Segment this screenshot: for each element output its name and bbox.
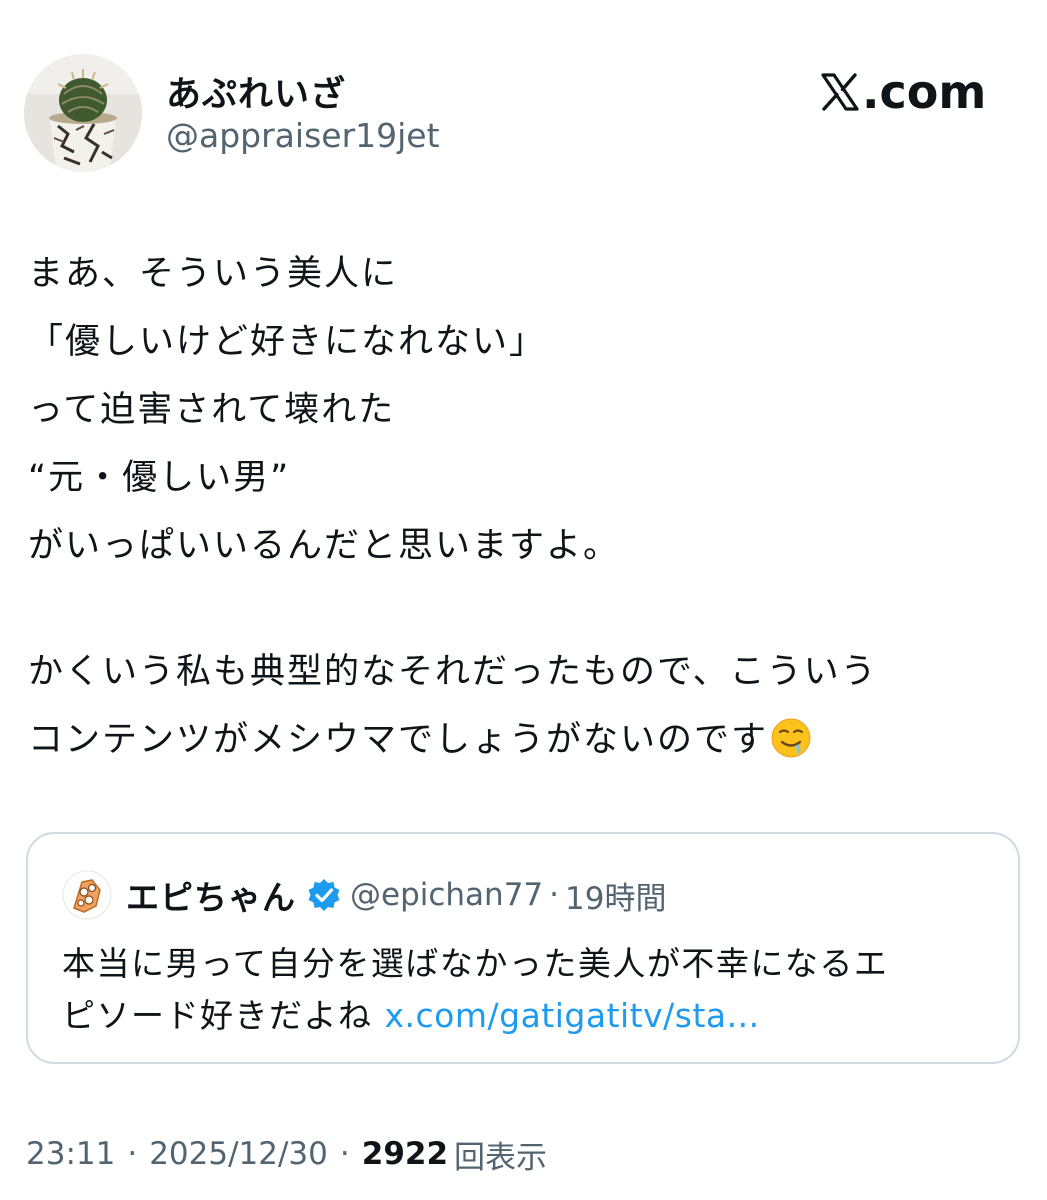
quoted-header-separator: · <box>549 877 560 913</box>
post-body: まあ、そういう美人に 「優しいけど好きになれない」 って迫害されて壊れた “元・… <box>28 240 1018 774</box>
x-logo-text: .com <box>862 65 987 119</box>
quoted-post-card[interactable]: エピちゃん @epichan77 · 19時間 本当に男って自分を選ばなかった美… <box>26 832 1020 1064</box>
meta-separator: · <box>339 1136 350 1172</box>
x-logo: .com <box>820 64 986 120</box>
post-date[interactable]: 2025/12/30 <box>149 1136 328 1172</box>
quoted-author-avatar[interactable] <box>62 870 112 920</box>
quoted-post-body: 本当に男って自分を選ばなかった美人が不幸になるエ ピソード好きだよね x.com… <box>62 938 992 1042</box>
post-body-line: って迫害されて壊れた <box>28 390 396 430</box>
post-meta: 23:11 · 2025/12/30 · 2922 回表示 <box>26 1130 547 1178</box>
quoted-post-line-text: ピソード好きだよね <box>62 996 385 1035</box>
post-body-line: “元・優しい男” <box>28 458 291 498</box>
post-body-line-text: コンテンツがメシウマでしょうがないのです <box>28 720 769 760</box>
post-body-line: かくいう私も典型的なそれだったもので、こういう <box>28 652 878 692</box>
post-time[interactable]: 23:11 <box>26 1136 115 1172</box>
meta-separator: · <box>127 1136 138 1172</box>
post-body-last-line: コンテンツがメシウマでしょうがないのです <box>28 706 1018 774</box>
post-body-line: がいっぱいいるんだと思いますよ。 <box>28 526 621 566</box>
views-label: 回表示 <box>454 1139 548 1176</box>
verified-badge-icon <box>308 879 340 911</box>
quoted-author-display-name[interactable]: エピちゃん <box>126 871 296 919</box>
author-handle[interactable]: @appraiser19jet <box>166 116 440 155</box>
drooling-face-icon <box>771 718 811 758</box>
quoted-post-time[interactable]: 19時間 <box>565 873 666 918</box>
quoted-author-handle[interactable]: @epichan77 <box>350 877 543 913</box>
cactus-avatar-icon[interactable] <box>24 54 142 172</box>
x-logo-icon <box>821 73 859 111</box>
author-display-name[interactable]: あぷれいざ <box>166 66 346 117</box>
quoted-post-header: エピちゃん @epichan77 · 19時間 <box>126 870 666 920</box>
post-body-line: 「優しいけど好きになれない」 <box>28 322 547 362</box>
post-body-line: まあ、そういう美人に <box>28 254 399 294</box>
views-count[interactable]: 2922 <box>362 1136 448 1172</box>
post-body-blank-line <box>28 580 1018 638</box>
quoted-post-line-with-link: ピソード好きだよね x.com/gatigatitv/sta... <box>62 990 992 1042</box>
quoted-post-line: 本当に男って自分を選ばなかった美人が不幸になるエ <box>62 944 889 983</box>
quoted-post-link[interactable]: x.com/gatigatitv/sta... <box>385 996 760 1035</box>
